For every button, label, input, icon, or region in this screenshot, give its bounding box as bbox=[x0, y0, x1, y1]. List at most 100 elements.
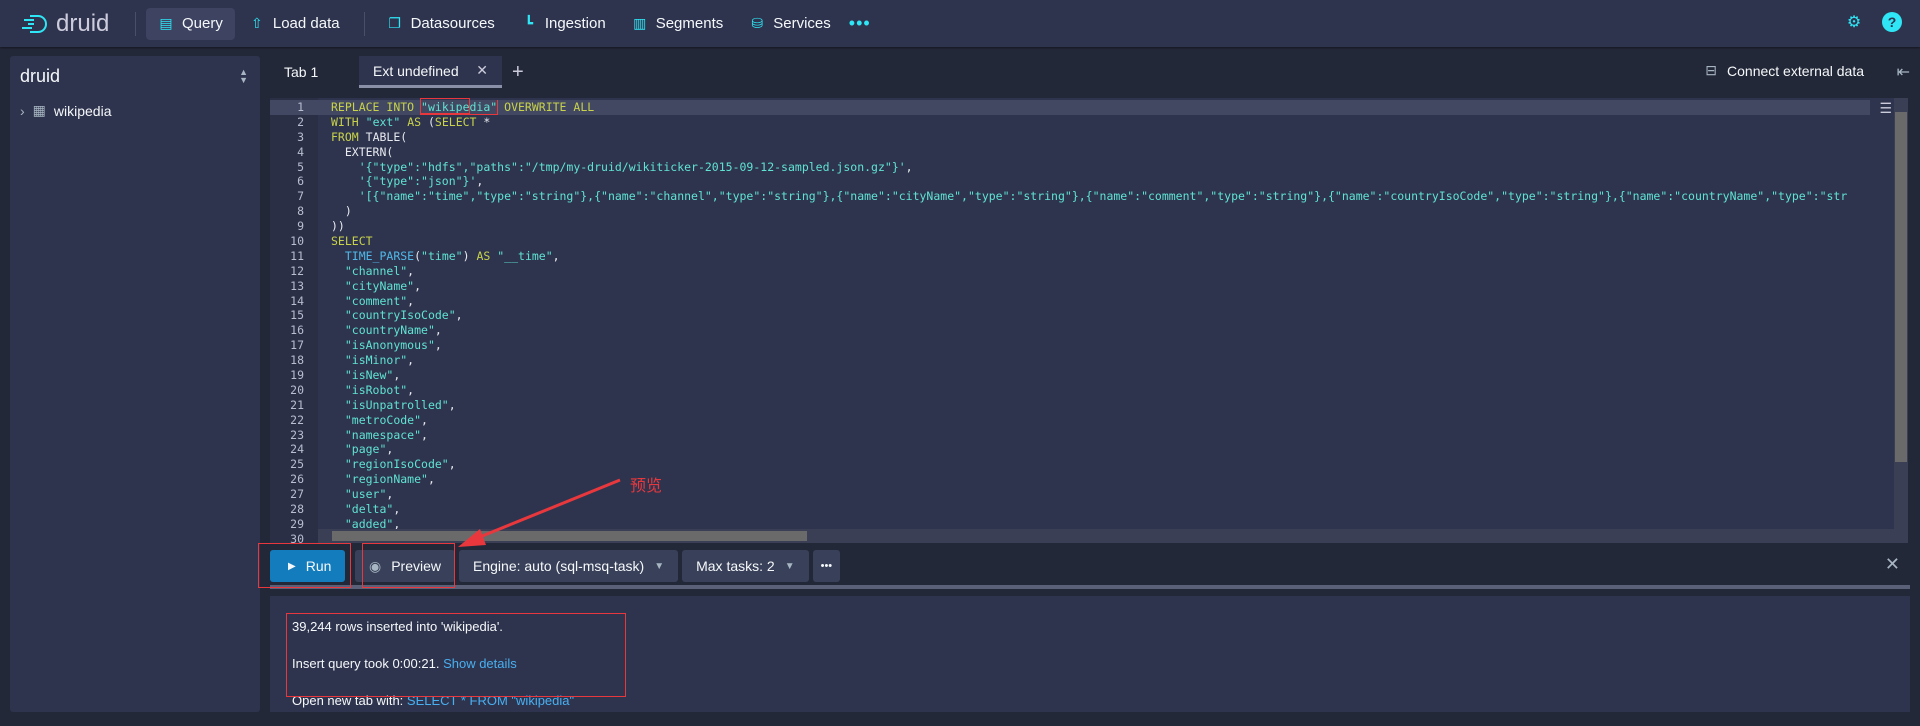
code-token: , bbox=[407, 382, 415, 397]
code-token: "ext" bbox=[365, 114, 401, 129]
close-icon[interactable]: ✕ bbox=[1885, 554, 1900, 575]
code-token: "isAnonymous" bbox=[344, 338, 435, 353]
menu-icon[interactable]: ☰ bbox=[1879, 100, 1892, 117]
code-line: 11 TIME_PARSE("time") AS "__time", bbox=[270, 249, 1870, 264]
druid-logo[interactable]: druid bbox=[20, 10, 125, 38]
line-number: 3 bbox=[297, 129, 304, 144]
nav-datasources[interactable]: ❐ Datasources bbox=[375, 8, 507, 40]
sidebar-item-label: wikipedia bbox=[53, 102, 112, 119]
vertical-scrollbar[interactable] bbox=[1894, 98, 1908, 529]
code-token: AS bbox=[407, 114, 422, 129]
ingestion-icon: ┗ bbox=[524, 15, 534, 31]
code-line: 9)) bbox=[270, 219, 1870, 234]
connect-external-data-button[interactable]: ⊟ Connect external data bbox=[1705, 62, 1864, 79]
scroll-thumb[interactable] bbox=[1895, 112, 1907, 462]
code-line: 18 "isMinor", bbox=[270, 353, 1870, 368]
code-token: , bbox=[448, 397, 456, 412]
tab-tab-1[interactable]: Tab 1 bbox=[270, 56, 359, 88]
query-icon: ▤ bbox=[159, 15, 173, 31]
code-token: "isMinor" bbox=[344, 353, 408, 368]
druid-logo-icon bbox=[22, 14, 47, 33]
sort-icon[interactable]: ▲ ▼ bbox=[239, 68, 248, 85]
code-token: )) bbox=[331, 219, 345, 234]
nav-load-data[interactable]: ⇧ Load data bbox=[237, 8, 352, 40]
preview-label: Preview bbox=[391, 558, 442, 574]
eye-icon: ◉ bbox=[369, 557, 382, 574]
line-number: 19 bbox=[290, 368, 304, 383]
show-details-link[interactable]: Show details bbox=[443, 656, 517, 671]
nav-services[interactable]: ⛁ Services bbox=[737, 8, 843, 40]
sidebar-item-wikipedia[interactable]: › ▦ wikipedia bbox=[20, 102, 112, 119]
play-icon: ▶ bbox=[288, 560, 296, 572]
results-panel: 39,244 rows inserted into 'wikipedia'. I… bbox=[270, 596, 1910, 712]
code-token: , bbox=[393, 502, 401, 517]
max-tasks-select[interactable]: Max tasks: 2 ▼ bbox=[682, 550, 809, 582]
nav-segments[interactable]: ▥ Segments bbox=[620, 8, 736, 40]
nav-label: Load data bbox=[272, 15, 340, 32]
connect-label: Connect external data bbox=[1727, 62, 1864, 79]
code-token: ( bbox=[386, 144, 394, 159]
panel-divider[interactable] bbox=[270, 585, 1910, 589]
code-line: 19 "isNew", bbox=[270, 368, 1870, 383]
run-button[interactable]: ▶ Run bbox=[270, 550, 345, 582]
help-icon[interactable]: ? bbox=[1882, 12, 1902, 32]
line-number: 29 bbox=[290, 516, 304, 531]
code-token: SELECT bbox=[434, 114, 477, 129]
tab-ext-undefined[interactable]: Ext undefined ✕ bbox=[359, 56, 502, 88]
segments-icon: ▥ bbox=[633, 15, 647, 31]
code-token: "isRobot" bbox=[344, 382, 408, 397]
line-number: 26 bbox=[290, 472, 304, 487]
code-token: "channel" bbox=[344, 263, 408, 278]
code-token: , bbox=[434, 323, 442, 338]
code-token: "time" bbox=[421, 248, 463, 263]
code-token: , bbox=[414, 278, 422, 293]
code-line: 17 "isAnonymous", bbox=[270, 338, 1870, 353]
more-options-button[interactable]: ••• bbox=[812, 550, 841, 582]
more-menu-button[interactable]: ••• bbox=[849, 13, 871, 34]
code-line: 21 "isUnpatrolled", bbox=[270, 398, 1870, 413]
add-tab-button[interactable]: + bbox=[502, 56, 534, 88]
code-token: , bbox=[393, 368, 401, 383]
query-tabs: Tab 1 Ext undefined ✕ + bbox=[270, 56, 534, 88]
import-icon: ⊟ bbox=[1705, 62, 1718, 78]
gear-icon[interactable]: ⚙ bbox=[1844, 12, 1864, 32]
close-icon[interactable]: ✕ bbox=[476, 62, 488, 79]
code-token: '{"type":"json"}' bbox=[358, 174, 477, 189]
code-token: FROM bbox=[331, 129, 359, 144]
code-token: , bbox=[407, 293, 415, 308]
nav-query[interactable]: ▤ Query bbox=[146, 7, 235, 40]
code-token: , bbox=[407, 263, 415, 278]
open-query-link[interactable]: SELECT * FROM "wikipedia" bbox=[407, 693, 574, 708]
line-number: 27 bbox=[290, 487, 304, 502]
line-number: 23 bbox=[290, 427, 304, 442]
code-token: ( bbox=[414, 248, 422, 263]
tab-label: Tab 1 bbox=[284, 64, 319, 80]
nav-ingestion[interactable]: ┗ Ingestion bbox=[509, 8, 618, 40]
code-line: 24 "page", bbox=[270, 442, 1870, 457]
code-token: ) bbox=[462, 248, 477, 263]
collapse-panel-icon[interactable]: ⇤ bbox=[1897, 62, 1910, 82]
line-number: 17 bbox=[290, 338, 304, 353]
upload-icon: ⇧ bbox=[250, 15, 263, 31]
code-token: TABLE bbox=[365, 129, 401, 144]
code-token: , bbox=[421, 427, 428, 442]
code-token: , bbox=[386, 487, 394, 502]
code-token: "namespace" bbox=[344, 427, 422, 442]
code-token: SELECT bbox=[331, 234, 373, 249]
